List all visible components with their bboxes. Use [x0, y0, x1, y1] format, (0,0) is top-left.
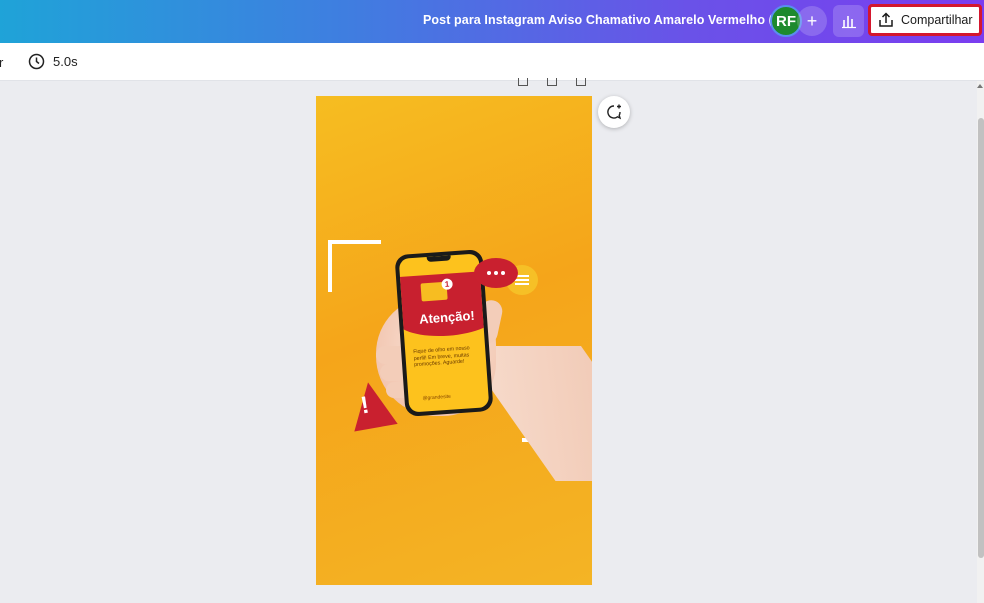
editor-toolbar: r 5.0s — [0, 43, 984, 81]
alert-banner: 1 Atenção! — [398, 270, 490, 340]
design-page[interactable]: 1 Atenção! Fique de olho em nosso perfil… — [316, 96, 592, 585]
warning-triangle-icon — [346, 378, 398, 432]
duration-value: 5.0s — [53, 54, 78, 69]
frame-corner-top-left — [328, 240, 381, 244]
scrollbar-thumb[interactable] — [978, 118, 984, 558]
duration-control[interactable]: 5.0s — [28, 53, 78, 70]
attention-headline: Atenção! — [418, 307, 476, 327]
message-bubble-icon — [474, 258, 518, 288]
phone-handle-text: @grandesite — [422, 393, 452, 402]
clock-icon — [28, 53, 45, 70]
insights-button[interactable] — [833, 5, 864, 37]
phone-body-text: Fique de olho em nosso perfil! Em breve,… — [413, 345, 470, 369]
scroll-up-arrow-icon[interactable] — [977, 84, 983, 88]
document-title[interactable]: Post para Instagram Aviso Chamativo Amar… — [423, 13, 791, 27]
add-comment-button[interactable] — [598, 96, 630, 128]
notification-badge: 1 — [441, 278, 453, 291]
top-bar: Post para Instagram Aviso Chamativo Amar… — [0, 0, 984, 43]
phone-notch — [426, 255, 451, 263]
page-duplicate-icon[interactable] — [547, 78, 557, 86]
bar-chart-icon — [841, 16, 856, 29]
page-move-icon[interactable] — [518, 78, 528, 86]
share-button-label: Compartilhar — [901, 13, 973, 27]
add-collaborator-button[interactable]: + — [797, 6, 827, 36]
page-add-icon[interactable] — [576, 78, 586, 86]
toolbar-cut-item[interactable]: r — [0, 55, 3, 70]
frame-corner-top-left-vertical — [328, 240, 332, 292]
page-actions — [518, 78, 586, 86]
share-upload-icon — [879, 12, 893, 27]
comment-add-icon — [607, 104, 622, 120]
share-button[interactable]: Compartilhar — [868, 4, 982, 36]
